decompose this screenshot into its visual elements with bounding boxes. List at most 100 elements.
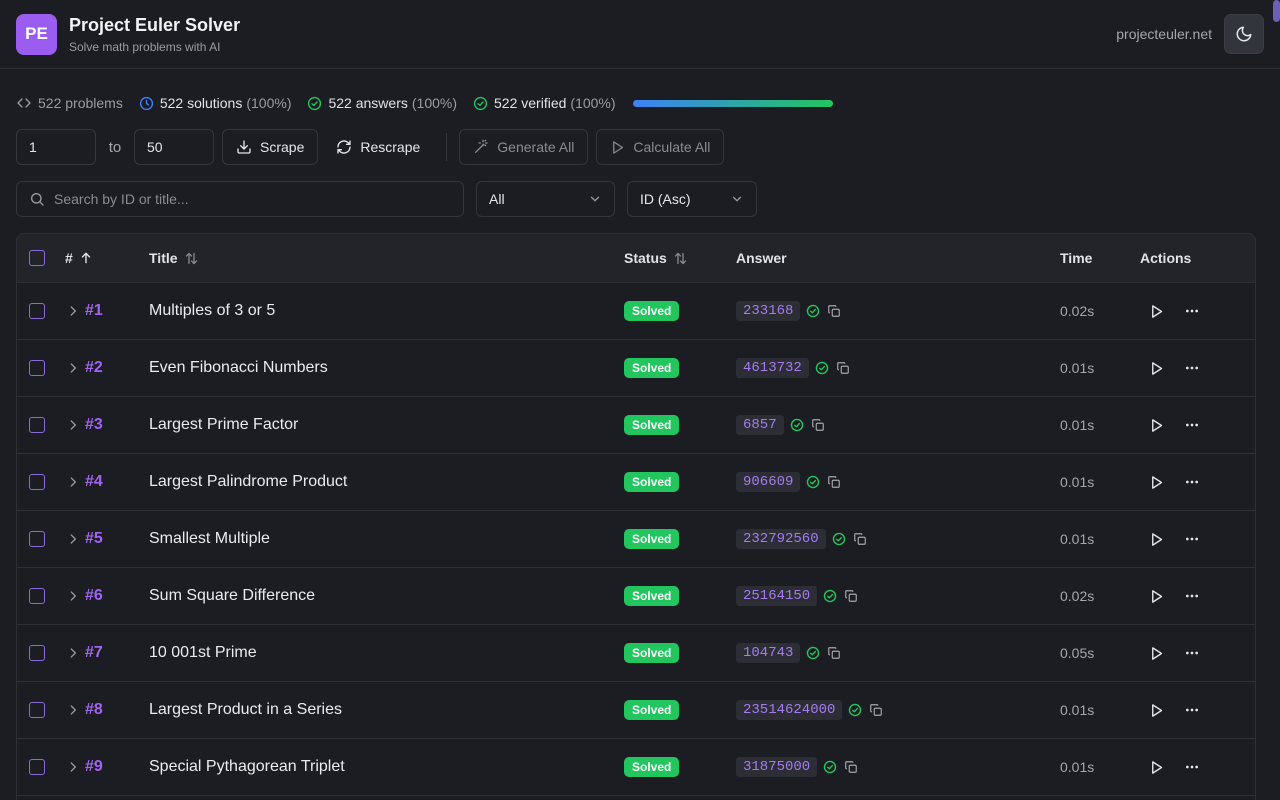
run-button[interactable]: [1144, 698, 1168, 722]
status-filter-value: All: [489, 191, 505, 207]
expand-chevron-icon[interactable]: [65, 531, 81, 547]
table-row[interactable]: #1 Multiples of 3 or 5 Solved 233168 0.0…: [17, 283, 1255, 340]
run-button[interactable]: [1144, 755, 1168, 779]
more-options-button[interactable]: [1180, 584, 1204, 608]
more-options-button[interactable]: [1180, 641, 1204, 665]
problem-id-link[interactable]: #4: [85, 454, 103, 510]
expand-chevron-icon[interactable]: [65, 417, 81, 433]
progress-bar: [632, 99, 833, 107]
table-row[interactable]: #9 Special Pythagorean Triplet Solved 31…: [17, 739, 1255, 796]
row-checkbox[interactable]: [29, 417, 45, 433]
check-circle-icon: [807, 646, 820, 660]
table-row[interactable]: #2 Even Fibonacci Numbers Solved 4613732…: [17, 340, 1255, 397]
stat-problems-text: 522 problems: [38, 95, 123, 111]
row-checkbox[interactable]: [29, 360, 45, 376]
copy-icon[interactable]: [843, 759, 859, 775]
problem-id-link[interactable]: #1: [85, 283, 103, 339]
row-checkbox[interactable]: [29, 702, 45, 718]
problem-id-link[interactable]: #2: [85, 340, 103, 396]
select-all-checkbox[interactable]: [29, 250, 45, 266]
more-options-button[interactable]: [1180, 527, 1204, 551]
calculate-all-button[interactable]: Calculate All: [596, 129, 725, 165]
problem-title: Multiples of 3 or 5: [149, 302, 276, 319]
problem-id-link[interactable]: #6: [85, 568, 103, 624]
row-checkbox[interactable]: [29, 645, 45, 661]
theme-toggle-button[interactable]: [1224, 14, 1264, 54]
expand-chevron-icon[interactable]: [65, 759, 81, 775]
generate-all-button[interactable]: Generate All: [459, 129, 589, 165]
table-row[interactable]: #6 Sum Square Difference Solved 25164150…: [17, 568, 1255, 625]
copy-icon[interactable]: [826, 303, 842, 319]
status-filter-select[interactable]: All: [476, 181, 615, 217]
search-input[interactable]: [54, 191, 454, 207]
run-button[interactable]: [1144, 413, 1168, 437]
row-checkbox[interactable]: [29, 531, 45, 547]
sort-icon: [185, 252, 197, 264]
stat-solutions-text: 522 solutions: [159, 95, 243, 111]
check-circle-icon: [823, 760, 837, 774]
more-options-button[interactable]: [1180, 470, 1204, 494]
problem-id-link[interactable]: #9: [85, 739, 103, 795]
copy-icon[interactable]: [843, 588, 859, 604]
row-checkbox[interactable]: [29, 303, 45, 319]
column-title-header[interactable]: Title: [149, 234, 199, 282]
generate-all-label: Generate All: [497, 139, 575, 155]
row-checkbox[interactable]: [29, 759, 45, 775]
problem-id-link[interactable]: #3: [85, 397, 103, 453]
projecteuler-link[interactable]: projecteuler.net: [1116, 26, 1212, 42]
more-options-button[interactable]: [1180, 698, 1204, 722]
table-row[interactable]: #8 Largest Product in a Series Solved 23…: [17, 682, 1255, 739]
search-box[interactable]: [16, 181, 464, 217]
more-options-button[interactable]: [1180, 413, 1204, 437]
expand-chevron-icon[interactable]: [65, 702, 81, 718]
calculate-all-label: Calculate All: [633, 139, 711, 155]
status-badge: Solved: [624, 358, 680, 378]
code-icon: [17, 98, 31, 108]
problem-id-link[interactable]: #7: [85, 625, 103, 681]
run-button[interactable]: [1144, 356, 1168, 380]
rescrape-button[interactable]: Rescrape: [322, 129, 435, 165]
status-badge: Solved: [624, 301, 680, 321]
table-row[interactable]: #3 Largest Prime Factor Solved 6857 0.01…: [17, 397, 1255, 454]
scrollbar-thumb[interactable]: [1273, 0, 1280, 22]
copy-icon[interactable]: [826, 474, 842, 490]
column-status-header[interactable]: Status: [624, 234, 688, 282]
range-from-input[interactable]: [16, 129, 96, 165]
table-row[interactable]: #7 10 001st Prime Solved 104743 0.05s: [17, 625, 1255, 682]
row-checkbox[interactable]: [29, 588, 45, 604]
run-button[interactable]: [1144, 527, 1168, 551]
copy-icon[interactable]: [835, 360, 851, 376]
run-button[interactable]: [1144, 584, 1168, 608]
range-to-input[interactable]: [134, 129, 214, 165]
more-options-button[interactable]: [1180, 356, 1204, 380]
check-circle-icon: [849, 703, 862, 717]
copy-icon[interactable]: [810, 417, 826, 433]
answer-value: 23514624000: [736, 700, 843, 720]
expand-chevron-icon[interactable]: [65, 474, 81, 490]
row-checkbox[interactable]: [29, 474, 45, 490]
copy-icon[interactable]: [852, 531, 868, 547]
check-circle-icon: [473, 96, 488, 110]
table-header: # Title Status Answer Time Actions: [17, 234, 1255, 283]
run-button[interactable]: [1144, 641, 1168, 665]
expand-chevron-icon[interactable]: [65, 303, 81, 319]
run-button[interactable]: [1144, 299, 1168, 323]
problem-id-link[interactable]: #5: [85, 511, 103, 567]
table-row[interactable]: #5 Smallest Multiple Solved 232792560 0.…: [17, 511, 1255, 568]
more-options-button[interactable]: [1180, 299, 1204, 323]
sort-select[interactable]: ID (Asc): [627, 181, 757, 217]
expand-chevron-icon[interactable]: [65, 360, 81, 376]
scrape-button[interactable]: Scrape: [222, 129, 319, 165]
app-header: PE Project Euler Solver Solve math probl…: [0, 0, 1280, 69]
more-horizontal-icon: [1186, 537, 1198, 541]
column-id-header[interactable]: #: [65, 234, 93, 282]
expand-chevron-icon[interactable]: [65, 588, 81, 604]
copy-icon[interactable]: [826, 645, 842, 661]
problem-id-link[interactable]: #8: [85, 682, 103, 738]
header-actions: projecteuler.net: [1116, 14, 1264, 54]
run-button[interactable]: [1144, 470, 1168, 494]
table-row[interactable]: #4 Largest Palindrome Product Solved 906…: [17, 454, 1255, 511]
expand-chevron-icon[interactable]: [65, 645, 81, 661]
copy-icon[interactable]: [868, 702, 884, 718]
more-options-button[interactable]: [1180, 755, 1204, 779]
